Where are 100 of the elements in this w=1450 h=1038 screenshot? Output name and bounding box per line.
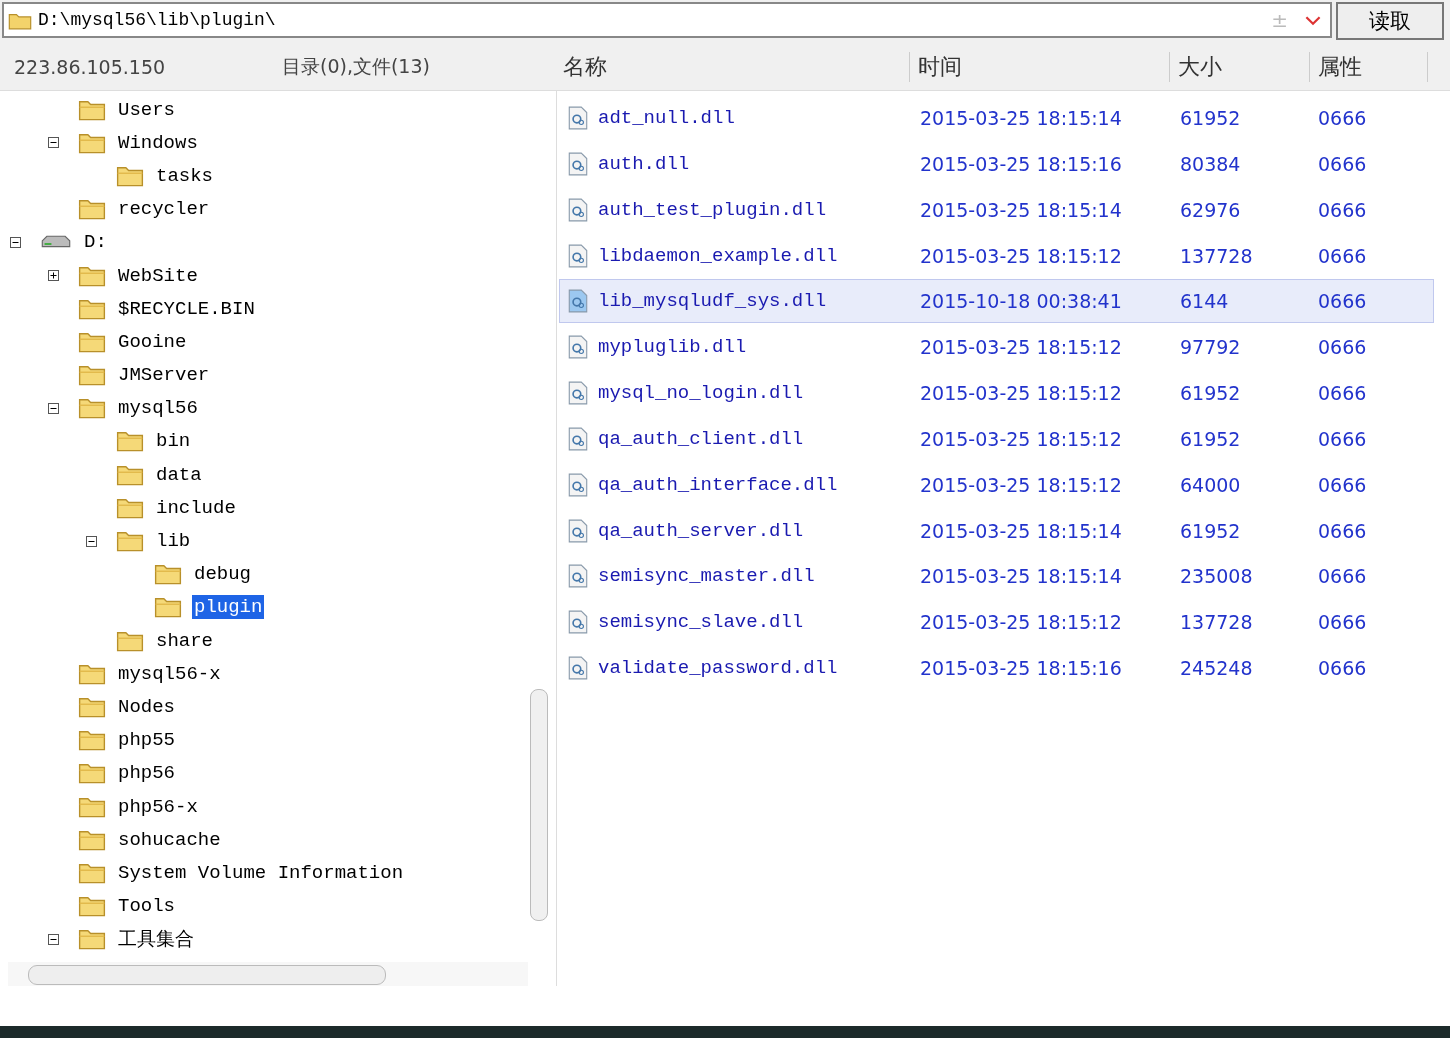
tree-item[interactable]: tasks <box>154 163 215 188</box>
tree-item[interactable]: Windows <box>116 130 200 155</box>
file-time: 2015-03-25 18:15:12 <box>920 427 1123 450</box>
file-name: semisync_slave.dll <box>598 611 804 634</box>
file-time: 2015-10-18 00:38:41 <box>920 290 1123 313</box>
tree-item[interactable]: share <box>154 628 215 653</box>
tree-item[interactable]: $RECYCLE.BIN <box>116 296 257 321</box>
dll-file-icon <box>568 518 588 543</box>
file-name: qa_auth_interface.dll <box>598 473 838 496</box>
tree-item[interactable]: sohucache <box>116 827 223 852</box>
file-name: semisync_master.dll <box>598 565 815 588</box>
file-size: 245248 <box>1180 657 1254 680</box>
file-row[interactable]: adt_null.dll 2015-03-25 18:15:14 61952 0666 <box>559 96 1434 140</box>
file-name: lib_mysqludf_sys.dll <box>598 290 827 313</box>
tree-item[interactable]: include <box>154 495 238 520</box>
folder-icon <box>116 496 144 519</box>
tree-item[interactable]: data <box>154 462 204 487</box>
tree-item[interactable]: WebSite <box>116 263 200 288</box>
folder-icon <box>116 530 144 553</box>
file-attribute: 0666 <box>1318 657 1367 680</box>
file-time: 2015-03-25 18:15:14 <box>920 519 1123 542</box>
tree-item[interactable]: D: <box>82 230 109 255</box>
tree-item[interactable]: 工具集合 <box>116 925 196 954</box>
tree-item[interactable]: Users <box>116 97 177 122</box>
file-row[interactable]: qa_auth_client.dll 2015-03-25 18:15:12 61952 0666 <box>559 416 1434 461</box>
tree-item[interactable]: Nodes <box>116 694 177 719</box>
file-size: 137728 <box>1180 244 1254 267</box>
tree-item[interactable]: debug <box>192 562 253 587</box>
file-attribute: 0666 <box>1318 152 1367 175</box>
path-field[interactable]: D:\mysql56\lib\plugin\ ± <box>2 2 1332 38</box>
folder-icon <box>78 297 106 320</box>
tree-item[interactable]: Tools <box>116 894 177 919</box>
tree-item[interactable]: recycler <box>116 197 212 222</box>
tree-item[interactable]: JMServer <box>116 363 212 388</box>
file-row[interactable]: semisync_master.dll 2015-03-25 18:15:14 235008 0666 <box>559 554 1434 599</box>
tree-item[interactable]: php56-x <box>116 794 200 819</box>
file-name: adt_null.dll <box>598 107 735 129</box>
tree-item[interactable]: System Volume Information <box>116 860 406 885</box>
tree-item[interactable]: lib <box>154 529 193 554</box>
file-attribute: 0666 <box>1318 611 1367 634</box>
file-time: 2015-03-25 18:15:12 <box>920 611 1123 634</box>
file-row[interactable]: auth.dll 2015-03-25 18:15:16 80384 0666 <box>559 141 1434 186</box>
read-button[interactable]: 读取 <box>1336 2 1444 40</box>
file-time: 2015-03-25 18:15:12 <box>920 382 1123 405</box>
file-attribute: 0666 <box>1318 290 1367 313</box>
file-row[interactable]: lib_mysqludf_sys.dll 2015-10-18 00:38:41 6144 0666 <box>559 279 1434 324</box>
file-row[interactable]: semisync_slave.dll 2015-03-25 18:15:12 137728 0666 <box>559 600 1434 645</box>
file-size: 97792 <box>1180 336 1242 359</box>
tree-item[interactable]: bin <box>154 429 193 454</box>
dll-file-icon <box>568 426 588 451</box>
column-header[interactable]: 大小 <box>1170 52 1310 82</box>
dropdown-caret-icon[interactable] <box>1304 14 1322 26</box>
tree-item[interactable]: mysql56 <box>116 396 200 421</box>
file-row[interactable]: auth_test_plugin.dll 2015-03-25 18:15:14 62976 0666 <box>559 187 1434 232</box>
folder-icon <box>78 828 106 851</box>
folder-icon <box>78 729 106 752</box>
dll-file-icon <box>568 564 588 589</box>
file-size: 61952 <box>1180 107 1242 129</box>
dll-file-icon <box>568 197 588 222</box>
dll-file-icon <box>568 243 588 268</box>
file-row[interactable]: validate_password.dll 2015-03-25 18:15:16 245248 0666 <box>559 646 1434 691</box>
file-row[interactable]: qa_auth_interface.dll 2015-03-25 18:15:12 64000 0666 <box>559 462 1434 507</box>
file-attribute: 0666 <box>1318 427 1367 450</box>
folder-icon <box>116 629 144 652</box>
file-name: libdaemon_example.dll <box>598 244 838 267</box>
file-attribute: 0666 <box>1318 382 1367 405</box>
folder-icon <box>78 928 106 951</box>
folder-icon <box>78 861 106 884</box>
file-size: 61952 <box>1180 427 1242 450</box>
dll-file-icon <box>568 335 588 360</box>
horizontal-scrollbar[interactable] <box>8 962 528 986</box>
column-header[interactable]: 属性 <box>1310 52 1428 82</box>
column-header[interactable]: 名称 <box>555 52 910 82</box>
host-address: 223.86.105.150 <box>14 56 167 78</box>
tree-item[interactable]: plugin <box>192 595 265 620</box>
file-row[interactable]: mypluglib.dll 2015-03-25 18:15:12 97792 0666 <box>559 325 1434 370</box>
column-header[interactable]: 时间 <box>910 52 1170 82</box>
file-row[interactable]: mysql_no_login.dll 2015-03-25 18:15:12 61952 0666 <box>559 371 1434 416</box>
folder-icon <box>154 563 182 586</box>
tree-item[interactable]: mysql56-x <box>116 661 223 686</box>
folder-icon <box>78 364 106 387</box>
file-size: 235008 <box>1180 565 1254 588</box>
folder-icon <box>78 198 106 221</box>
tree-item[interactable]: php56 <box>116 761 177 786</box>
folder-icon <box>154 596 182 619</box>
file-attribute: 0666 <box>1318 244 1367 267</box>
folder-icon <box>78 762 106 785</box>
file-attribute: 0666 <box>1318 336 1367 359</box>
file-time: 2015-03-25 18:15:14 <box>920 198 1123 221</box>
dll-file-icon <box>568 610 588 635</box>
folder-icon <box>78 895 106 918</box>
folder-icon <box>78 662 106 685</box>
file-row[interactable]: qa_auth_server.dll 2015-03-25 18:15:14 61952 0666 <box>559 508 1434 553</box>
folder-icon <box>78 264 106 287</box>
file-attribute: 0666 <box>1318 519 1367 542</box>
file-row[interactable]: libdaemon_example.dll 2015-03-25 18:15:12 137728 0666 <box>559 233 1434 278</box>
path-text: D:\mysql56\lib\plugin\ <box>38 10 277 30</box>
tree-item[interactable]: php55 <box>116 728 177 753</box>
file-size: 80384 <box>1180 152 1242 175</box>
tree-item[interactable]: Gooine <box>116 329 189 354</box>
